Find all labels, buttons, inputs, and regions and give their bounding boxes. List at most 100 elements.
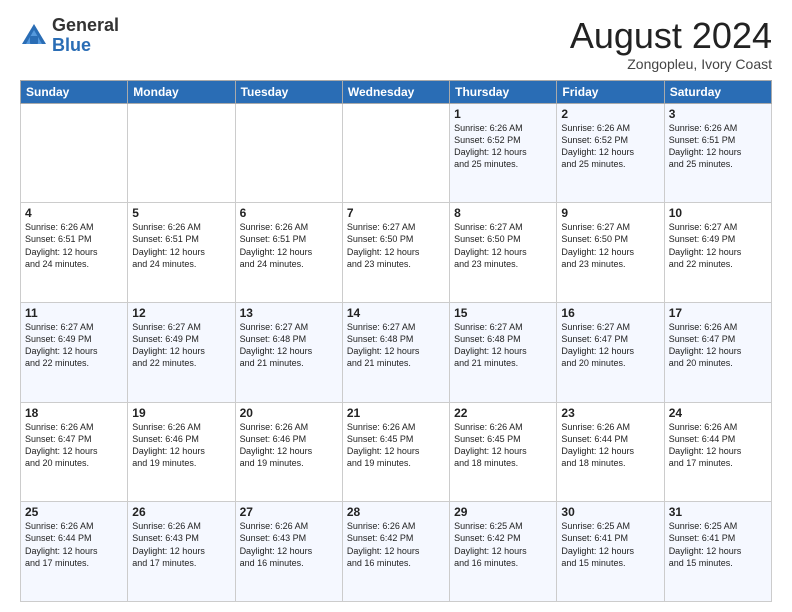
- calendar-cell: 23Sunrise: 6:26 AM Sunset: 6:44 PM Dayli…: [557, 402, 664, 502]
- day-number: 4: [25, 206, 123, 220]
- calendar-cell: 2Sunrise: 6:26 AM Sunset: 6:52 PM Daylig…: [557, 103, 664, 203]
- day-number: 22: [454, 406, 552, 420]
- day-info: Sunrise: 6:26 AM Sunset: 6:51 PM Dayligh…: [240, 221, 338, 270]
- calendar-cell: 10Sunrise: 6:27 AM Sunset: 6:49 PM Dayli…: [664, 203, 771, 303]
- calendar-cell: 31Sunrise: 6:25 AM Sunset: 6:41 PM Dayli…: [664, 502, 771, 602]
- day-number: 11: [25, 306, 123, 320]
- logo-blue-text: Blue: [52, 36, 119, 56]
- day-header-friday: Friday: [557, 80, 664, 103]
- day-info: Sunrise: 6:25 AM Sunset: 6:41 PM Dayligh…: [669, 520, 767, 569]
- logo-general-text: General: [52, 16, 119, 36]
- day-number: 29: [454, 505, 552, 519]
- location-subtitle: Zongopleu, Ivory Coast: [570, 56, 772, 72]
- day-info: Sunrise: 6:26 AM Sunset: 6:45 PM Dayligh…: [347, 421, 445, 470]
- day-header-monday: Monday: [128, 80, 235, 103]
- calendar-header-row: SundayMondayTuesdayWednesdayThursdayFrid…: [21, 80, 772, 103]
- logo-text: General Blue: [52, 16, 119, 56]
- day-number: 30: [561, 505, 659, 519]
- day-number: 9: [561, 206, 659, 220]
- day-number: 10: [669, 206, 767, 220]
- day-info: Sunrise: 6:27 AM Sunset: 6:48 PM Dayligh…: [454, 321, 552, 370]
- day-number: 19: [132, 406, 230, 420]
- day-number: 5: [132, 206, 230, 220]
- day-number: 12: [132, 306, 230, 320]
- week-row-2: 11Sunrise: 6:27 AM Sunset: 6:49 PM Dayli…: [21, 302, 772, 402]
- calendar-cell: 28Sunrise: 6:26 AM Sunset: 6:42 PM Dayli…: [342, 502, 449, 602]
- day-header-saturday: Saturday: [664, 80, 771, 103]
- day-number: 3: [669, 107, 767, 121]
- day-number: 8: [454, 206, 552, 220]
- day-number: 25: [25, 505, 123, 519]
- logo-icon: [20, 22, 48, 50]
- day-info: Sunrise: 6:26 AM Sunset: 6:43 PM Dayligh…: [132, 520, 230, 569]
- calendar-cell: 1Sunrise: 6:26 AM Sunset: 6:52 PM Daylig…: [450, 103, 557, 203]
- title-area: August 2024 Zongopleu, Ivory Coast: [570, 16, 772, 72]
- day-number: 16: [561, 306, 659, 320]
- day-info: Sunrise: 6:27 AM Sunset: 6:49 PM Dayligh…: [25, 321, 123, 370]
- day-info: Sunrise: 6:27 AM Sunset: 6:47 PM Dayligh…: [561, 321, 659, 370]
- week-row-0: 1Sunrise: 6:26 AM Sunset: 6:52 PM Daylig…: [21, 103, 772, 203]
- calendar: SundayMondayTuesdayWednesdayThursdayFrid…: [20, 80, 772, 602]
- day-number: 17: [669, 306, 767, 320]
- day-info: Sunrise: 6:26 AM Sunset: 6:45 PM Dayligh…: [454, 421, 552, 470]
- calendar-cell: 7Sunrise: 6:27 AM Sunset: 6:50 PM Daylig…: [342, 203, 449, 303]
- day-info: Sunrise: 6:27 AM Sunset: 6:50 PM Dayligh…: [454, 221, 552, 270]
- day-info: Sunrise: 6:25 AM Sunset: 6:42 PM Dayligh…: [454, 520, 552, 569]
- day-info: Sunrise: 6:26 AM Sunset: 6:52 PM Dayligh…: [454, 122, 552, 171]
- calendar-cell: 29Sunrise: 6:25 AM Sunset: 6:42 PM Dayli…: [450, 502, 557, 602]
- day-number: 14: [347, 306, 445, 320]
- calendar-cell: 24Sunrise: 6:26 AM Sunset: 6:44 PM Dayli…: [664, 402, 771, 502]
- day-info: Sunrise: 6:27 AM Sunset: 6:48 PM Dayligh…: [347, 321, 445, 370]
- calendar-cell: 5Sunrise: 6:26 AM Sunset: 6:51 PM Daylig…: [128, 203, 235, 303]
- calendar-cell: 21Sunrise: 6:26 AM Sunset: 6:45 PM Dayli…: [342, 402, 449, 502]
- day-info: Sunrise: 6:26 AM Sunset: 6:51 PM Dayligh…: [669, 122, 767, 171]
- day-number: 1: [454, 107, 552, 121]
- calendar-cell: [128, 103, 235, 203]
- calendar-cell: 12Sunrise: 6:27 AM Sunset: 6:49 PM Dayli…: [128, 302, 235, 402]
- day-info: Sunrise: 6:26 AM Sunset: 6:51 PM Dayligh…: [132, 221, 230, 270]
- day-number: 26: [132, 505, 230, 519]
- day-info: Sunrise: 6:27 AM Sunset: 6:49 PM Dayligh…: [132, 321, 230, 370]
- week-row-3: 18Sunrise: 6:26 AM Sunset: 6:47 PM Dayli…: [21, 402, 772, 502]
- day-info: Sunrise: 6:26 AM Sunset: 6:43 PM Dayligh…: [240, 520, 338, 569]
- day-info: Sunrise: 6:26 AM Sunset: 6:47 PM Dayligh…: [669, 321, 767, 370]
- calendar-cell: [235, 103, 342, 203]
- day-number: 28: [347, 505, 445, 519]
- day-number: 23: [561, 406, 659, 420]
- day-info: Sunrise: 6:25 AM Sunset: 6:41 PM Dayligh…: [561, 520, 659, 569]
- calendar-cell: 4Sunrise: 6:26 AM Sunset: 6:51 PM Daylig…: [21, 203, 128, 303]
- day-info: Sunrise: 6:26 AM Sunset: 6:51 PM Dayligh…: [25, 221, 123, 270]
- day-number: 27: [240, 505, 338, 519]
- day-info: Sunrise: 6:26 AM Sunset: 6:47 PM Dayligh…: [25, 421, 123, 470]
- day-info: Sunrise: 6:26 AM Sunset: 6:52 PM Dayligh…: [561, 122, 659, 171]
- day-header-sunday: Sunday: [21, 80, 128, 103]
- day-info: Sunrise: 6:27 AM Sunset: 6:49 PM Dayligh…: [669, 221, 767, 270]
- calendar-cell: 30Sunrise: 6:25 AM Sunset: 6:41 PM Dayli…: [557, 502, 664, 602]
- calendar-cell: [342, 103, 449, 203]
- page: General Blue August 2024 Zongopleu, Ivor…: [0, 0, 792, 612]
- day-number: 21: [347, 406, 445, 420]
- calendar-cell: 15Sunrise: 6:27 AM Sunset: 6:48 PM Dayli…: [450, 302, 557, 402]
- week-row-4: 25Sunrise: 6:26 AM Sunset: 6:44 PM Dayli…: [21, 502, 772, 602]
- calendar-cell: 27Sunrise: 6:26 AM Sunset: 6:43 PM Dayli…: [235, 502, 342, 602]
- calendar-cell: 8Sunrise: 6:27 AM Sunset: 6:50 PM Daylig…: [450, 203, 557, 303]
- calendar-cell: 26Sunrise: 6:26 AM Sunset: 6:43 PM Dayli…: [128, 502, 235, 602]
- day-info: Sunrise: 6:26 AM Sunset: 6:46 PM Dayligh…: [240, 421, 338, 470]
- day-number: 13: [240, 306, 338, 320]
- day-number: 24: [669, 406, 767, 420]
- header: General Blue August 2024 Zongopleu, Ivor…: [20, 16, 772, 72]
- calendar-cell: 20Sunrise: 6:26 AM Sunset: 6:46 PM Dayli…: [235, 402, 342, 502]
- calendar-cell: 13Sunrise: 6:27 AM Sunset: 6:48 PM Dayli…: [235, 302, 342, 402]
- week-row-1: 4Sunrise: 6:26 AM Sunset: 6:51 PM Daylig…: [21, 203, 772, 303]
- logo: General Blue: [20, 16, 119, 56]
- calendar-cell: 3Sunrise: 6:26 AM Sunset: 6:51 PM Daylig…: [664, 103, 771, 203]
- calendar-cell: 16Sunrise: 6:27 AM Sunset: 6:47 PM Dayli…: [557, 302, 664, 402]
- day-header-tuesday: Tuesday: [235, 80, 342, 103]
- month-title: August 2024: [570, 16, 772, 56]
- day-info: Sunrise: 6:26 AM Sunset: 6:46 PM Dayligh…: [132, 421, 230, 470]
- day-number: 15: [454, 306, 552, 320]
- day-number: 7: [347, 206, 445, 220]
- day-info: Sunrise: 6:26 AM Sunset: 6:44 PM Dayligh…: [669, 421, 767, 470]
- calendar-cell: 9Sunrise: 6:27 AM Sunset: 6:50 PM Daylig…: [557, 203, 664, 303]
- day-number: 20: [240, 406, 338, 420]
